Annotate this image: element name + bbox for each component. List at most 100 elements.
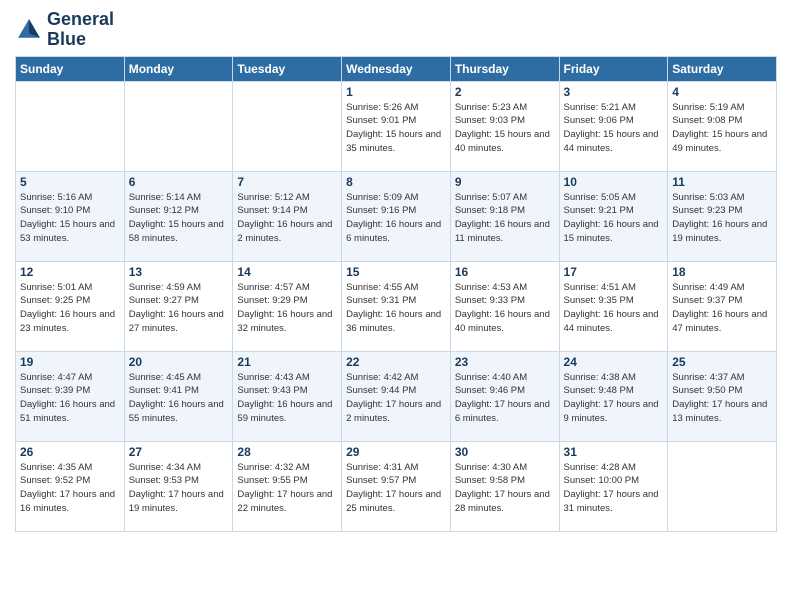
calendar-cell: 9 Sunrise: 5:07 AM Sunset: 9:18 PM Daylig… [450, 171, 559, 261]
weekday-header-tuesday: Tuesday [233, 56, 342, 81]
day-info: Sunrise: 4:55 AM Sunset: 9:31 PM Dayligh… [346, 281, 446, 336]
weekday-header-sunday: Sunday [16, 56, 125, 81]
day-number: 11 [672, 175, 772, 189]
calendar-cell: 7 Sunrise: 5:12 AM Sunset: 9:14 PM Daylig… [233, 171, 342, 261]
day-info: Sunrise: 4:30 AM Sunset: 9:58 PM Dayligh… [455, 461, 555, 516]
day-info: Sunrise: 5:21 AM Sunset: 9:06 PM Dayligh… [564, 101, 664, 156]
day-number: 10 [564, 175, 664, 189]
day-info: Sunrise: 4:57 AM Sunset: 9:29 PM Dayligh… [237, 281, 337, 336]
calendar-table: SundayMondayTuesdayWednesdayThursdayFrid… [15, 56, 777, 532]
calendar-cell [124, 81, 233, 171]
calendar-cell: 6 Sunrise: 5:14 AM Sunset: 9:12 PM Daylig… [124, 171, 233, 261]
calendar-cell: 11 Sunrise: 5:03 AM Sunset: 9:23 PM Dayli… [668, 171, 777, 261]
day-number: 7 [237, 175, 337, 189]
calendar-week-row: 19 Sunrise: 4:47 AM Sunset: 9:39 PM Dayli… [16, 351, 777, 441]
day-number: 16 [455, 265, 555, 279]
calendar-week-row: 26 Sunrise: 4:35 AM Sunset: 9:52 PM Dayli… [16, 441, 777, 531]
day-number: 18 [672, 265, 772, 279]
calendar-cell [668, 441, 777, 531]
calendar-cell: 20 Sunrise: 4:45 AM Sunset: 9:41 PM Dayli… [124, 351, 233, 441]
calendar-cell: 4 Sunrise: 5:19 AM Sunset: 9:08 PM Daylig… [668, 81, 777, 171]
day-info: Sunrise: 5:12 AM Sunset: 9:14 PM Dayligh… [237, 191, 337, 246]
day-info: Sunrise: 4:37 AM Sunset: 9:50 PM Dayligh… [672, 371, 772, 426]
day-number: 12 [20, 265, 120, 279]
day-info: Sunrise: 4:45 AM Sunset: 9:41 PM Dayligh… [129, 371, 229, 426]
day-info: Sunrise: 4:53 AM Sunset: 9:33 PM Dayligh… [455, 281, 555, 336]
day-number: 3 [564, 85, 664, 99]
calendar-cell: 1 Sunrise: 5:26 AM Sunset: 9:01 PM Daylig… [342, 81, 451, 171]
calendar-cell: 17 Sunrise: 4:51 AM Sunset: 9:35 PM Dayli… [559, 261, 668, 351]
weekday-header-saturday: Saturday [668, 56, 777, 81]
day-number: 27 [129, 445, 229, 459]
day-number: 8 [346, 175, 446, 189]
day-info: Sunrise: 5:23 AM Sunset: 9:03 PM Dayligh… [455, 101, 555, 156]
day-info: Sunrise: 4:38 AM Sunset: 9:48 PM Dayligh… [564, 371, 664, 426]
day-number: 14 [237, 265, 337, 279]
day-info: Sunrise: 4:40 AM Sunset: 9:46 PM Dayligh… [455, 371, 555, 426]
day-number: 9 [455, 175, 555, 189]
day-info: Sunrise: 5:05 AM Sunset: 9:21 PM Dayligh… [564, 191, 664, 246]
day-info: Sunrise: 4:59 AM Sunset: 9:27 PM Dayligh… [129, 281, 229, 336]
calendar-week-row: 5 Sunrise: 5:16 AM Sunset: 9:10 PM Daylig… [16, 171, 777, 261]
day-number: 31 [564, 445, 664, 459]
day-info: Sunrise: 5:09 AM Sunset: 9:16 PM Dayligh… [346, 191, 446, 246]
day-info: Sunrise: 4:49 AM Sunset: 9:37 PM Dayligh… [672, 281, 772, 336]
day-number: 4 [672, 85, 772, 99]
day-info: Sunrise: 5:26 AM Sunset: 9:01 PM Dayligh… [346, 101, 446, 156]
day-info: Sunrise: 5:03 AM Sunset: 9:23 PM Dayligh… [672, 191, 772, 246]
day-info: Sunrise: 4:51 AM Sunset: 9:35 PM Dayligh… [564, 281, 664, 336]
day-number: 17 [564, 265, 664, 279]
calendar-cell: 10 Sunrise: 5:05 AM Sunset: 9:21 PM Dayli… [559, 171, 668, 261]
day-info: Sunrise: 4:31 AM Sunset: 9:57 PM Dayligh… [346, 461, 446, 516]
calendar-cell: 28Sunrise: 4:32 AM Sunset: 9:55 PM Dayli… [233, 441, 342, 531]
calendar-cell: 30 Sunrise: 4:30 AM Sunset: 9:58 PM Dayli… [450, 441, 559, 531]
day-info: Sunrise: 5:16 AM Sunset: 9:10 PM Dayligh… [20, 191, 120, 246]
day-info: Sunrise: 5:01 AM Sunset: 9:25 PM Dayligh… [20, 281, 120, 336]
calendar-cell: 26 Sunrise: 4:35 AM Sunset: 9:52 PM Dayli… [16, 441, 125, 531]
day-info: Sunrise: 4:42 AM Sunset: 9:44 PM Dayligh… [346, 371, 446, 426]
calendar-cell: 3 Sunrise: 5:21 AM Sunset: 9:06 PM Daylig… [559, 81, 668, 171]
calendar-cell: 8 Sunrise: 5:09 AM Sunset: 9:16 PM Daylig… [342, 171, 451, 261]
page-header: General Blue [15, 10, 777, 50]
day-number: 28 [237, 445, 337, 459]
day-info: Sunrise: 4:47 AM Sunset: 9:39 PM Dayligh… [20, 371, 120, 426]
weekday-header-row: SundayMondayTuesdayWednesdayThursdayFrid… [16, 56, 777, 81]
day-number: 29 [346, 445, 446, 459]
calendar-cell: 31 Sunrise: 4:28 AM Sunset: 10:00 PM Dayl… [559, 441, 668, 531]
day-info: Sunrise: 4:28 AM Sunset: 10:00 PM Daylig… [564, 461, 664, 516]
day-info: Sunrise: 4:34 AM Sunset: 9:53 PM Dayligh… [129, 461, 229, 516]
calendar-cell: 18 Sunrise: 4:49 AM Sunset: 9:37 PM Dayli… [668, 261, 777, 351]
calendar-cell: 21Sunrise: 4:43 AM Sunset: 9:43 PM Dayli… [233, 351, 342, 441]
calendar-cell: 2 Sunrise: 5:23 AM Sunset: 9:03 PM Daylig… [450, 81, 559, 171]
logo: General Blue [15, 10, 114, 50]
logo-text: General Blue [47, 10, 114, 50]
day-number: 5 [20, 175, 120, 189]
day-info: Sunrise: 5:19 AM Sunset: 9:08 PM Dayligh… [672, 101, 772, 156]
day-info: Sunrise: 4:35 AM Sunset: 9:52 PM Dayligh… [20, 461, 120, 516]
calendar-cell: 16 Sunrise: 4:53 AM Sunset: 9:33 PM Dayli… [450, 261, 559, 351]
weekday-header-monday: Monday [124, 56, 233, 81]
calendar-cell: 27 Sunrise: 4:34 AM Sunset: 9:53 PM Dayli… [124, 441, 233, 531]
day-info: Sunrise: 5:07 AM Sunset: 9:18 PM Dayligh… [455, 191, 555, 246]
calendar-cell [16, 81, 125, 171]
day-number: 25 [672, 355, 772, 369]
day-number: 19 [20, 355, 120, 369]
calendar-week-row: 1 Sunrise: 5:26 AM Sunset: 9:01 PM Daylig… [16, 81, 777, 171]
calendar-cell: 19 Sunrise: 4:47 AM Sunset: 9:39 PM Dayli… [16, 351, 125, 441]
calendar-cell: 22 Sunrise: 4:42 AM Sunset: 9:44 PM Dayli… [342, 351, 451, 441]
calendar-cell: 23Sunrise: 4:40 AM Sunset: 9:46 PM Dayli… [450, 351, 559, 441]
calendar-cell: 13Sunrise: 4:59 AM Sunset: 9:27 PM Dayli… [124, 261, 233, 351]
day-number: 6 [129, 175, 229, 189]
day-info: Sunrise: 5:14 AM Sunset: 9:12 PM Dayligh… [129, 191, 229, 246]
day-number: 1 [346, 85, 446, 99]
day-number: 2 [455, 85, 555, 99]
calendar-cell [233, 81, 342, 171]
day-number: 26 [20, 445, 120, 459]
day-number: 30 [455, 445, 555, 459]
calendar-cell: 5 Sunrise: 5:16 AM Sunset: 9:10 PM Daylig… [16, 171, 125, 261]
day-number: 22 [346, 355, 446, 369]
calendar-cell: 29 Sunrise: 4:31 AM Sunset: 9:57 PM Dayli… [342, 441, 451, 531]
day-number: 20 [129, 355, 229, 369]
calendar-cell: 14 Sunrise: 4:57 AM Sunset: 9:29 PM Dayli… [233, 261, 342, 351]
logo-icon [15, 16, 43, 44]
